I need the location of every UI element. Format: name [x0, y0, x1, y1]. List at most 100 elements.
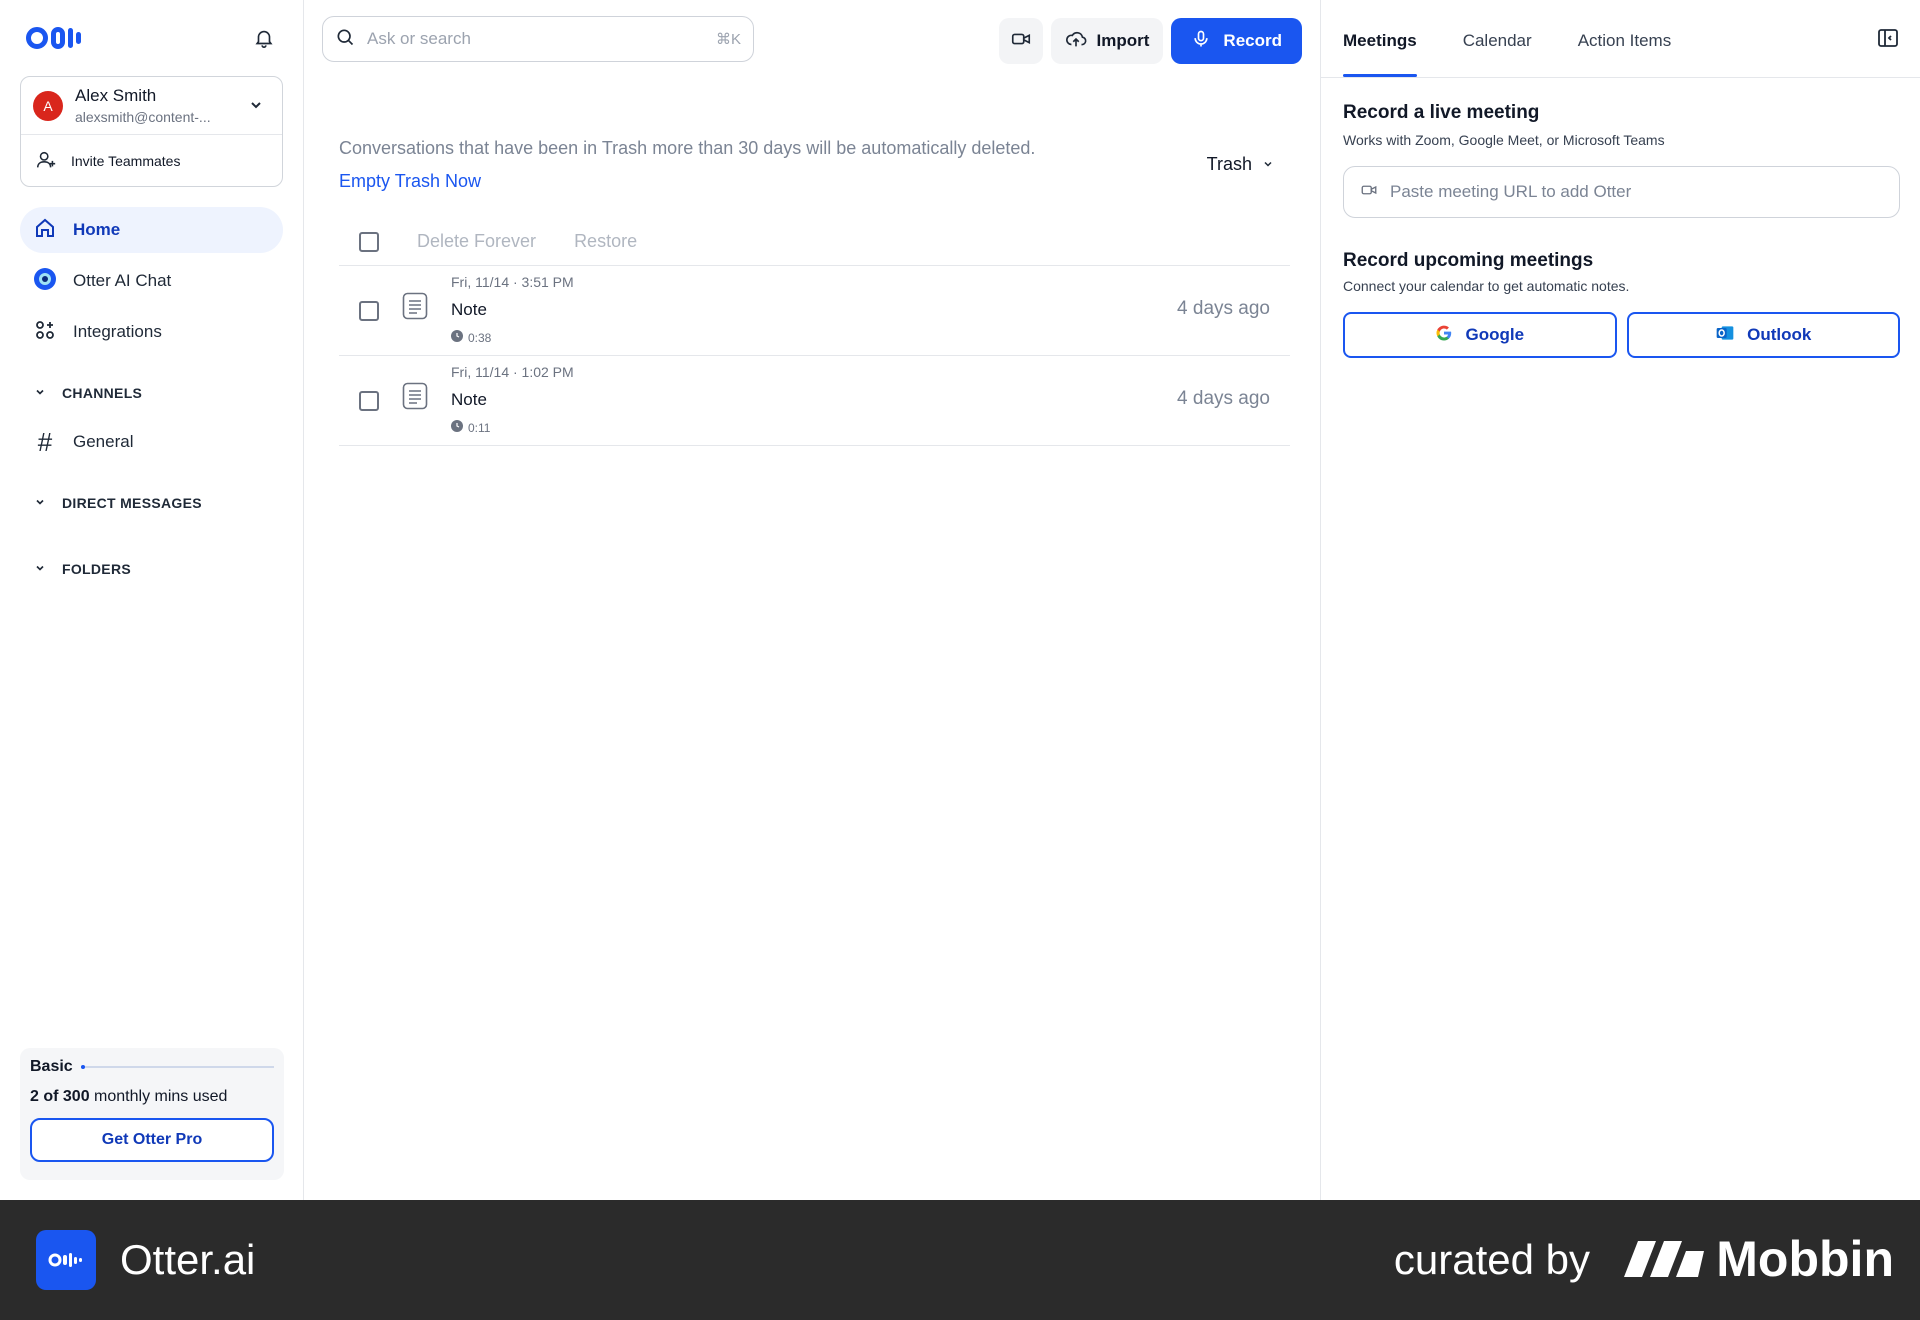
- chevron-down-icon: [1262, 154, 1274, 175]
- record-label: Record: [1223, 31, 1282, 50]
- item-duration-text: 0:11: [468, 420, 491, 435]
- delete-forever-button[interactable]: Delete Forever: [417, 231, 536, 252]
- tab-meetings[interactable]: Meetings: [1343, 31, 1417, 77]
- channels-section-toggle[interactable]: CHANNELS: [20, 373, 283, 413]
- nav-label-integrations: Integrations: [73, 322, 162, 341]
- home-icon: [33, 216, 57, 245]
- item-duration: 0:38: [451, 330, 574, 345]
- video-camera-icon: [1360, 181, 1378, 204]
- document-icon: [402, 382, 428, 415]
- item-relative-time: 4 days ago: [1177, 388, 1270, 409]
- chevron-down-icon: [248, 97, 264, 118]
- usage-used: 2 of 300: [30, 1088, 90, 1105]
- video-camera-icon: [1010, 28, 1032, 55]
- nav-item-otter-ai-chat[interactable]: Otter AI Chat: [20, 258, 283, 304]
- collapse-panel-icon[interactable]: [1876, 26, 1900, 55]
- sidebar: A Alex Smith alexsmith@content-... Invit…: [0, 0, 304, 1200]
- sidebar-header: [0, 0, 303, 76]
- otter-chat-icon: [33, 267, 57, 296]
- document-icon: [402, 292, 428, 325]
- tab-calendar[interactable]: Calendar: [1463, 31, 1532, 77]
- direct-messages-heading: DIRECT MESSAGES: [62, 495, 202, 511]
- nav-item-integrations[interactable]: Integrations: [20, 309, 283, 355]
- item-duration-text: 0:38: [468, 330, 492, 345]
- nav-label-otter-ai-chat: Otter AI Chat: [73, 271, 172, 290]
- nav-item-home[interactable]: Home: [20, 207, 283, 253]
- empty-trash-link[interactable]: Empty Trash Now: [339, 171, 481, 192]
- microphone-icon: [1191, 29, 1211, 54]
- account-switcher[interactable]: A Alex Smith alexsmith@content-...: [21, 77, 282, 135]
- search-shortcut: ⌘K: [715, 31, 741, 48]
- mobbin-footer: Otter.ai curated by Mobbin: [0, 1200, 1920, 1320]
- outlook-label: Outlook: [1747, 325, 1812, 344]
- integrations-icon: [33, 318, 57, 347]
- otter-logo[interactable]: [26, 27, 81, 49]
- footer-curated-by: curated by: [1393, 1236, 1590, 1283]
- search-icon: [335, 27, 355, 52]
- footer-app-name: Otter.ai: [120, 1236, 256, 1283]
- channels-heading: CHANNELS: [62, 385, 143, 401]
- trash-notice-text: Conversations that have been in Trash mo…: [339, 138, 1036, 158]
- connect-google-button[interactable]: Google: [1343, 312, 1617, 358]
- channel-item-general[interactable]: # General: [20, 419, 283, 465]
- upcoming-meetings-title: Record upcoming meetings: [1343, 250, 1594, 271]
- search-box[interactable]: Ask or search ⌘K: [322, 16, 754, 62]
- live-meeting-title: Record a live meeting: [1343, 102, 1540, 123]
- cloud-upload-icon: [1065, 28, 1087, 55]
- list-item[interactable]: Fri, 11/14 · 1:02 PM Note 0:11 4 days ag…: [339, 356, 1290, 446]
- upcoming-meetings-subtitle: Connect your calendar to get automatic n…: [1343, 278, 1630, 294]
- restore-button[interactable]: Restore: [574, 231, 637, 252]
- notifications-bell-icon[interactable]: [251, 25, 277, 51]
- video-meeting-button[interactable]: [998, 18, 1043, 64]
- nav-label-home: Home: [73, 220, 121, 239]
- connect-outlook-button[interactable]: Outlook: [1626, 312, 1900, 358]
- right-panel: Meetings Calendar Action Items Record a …: [1321, 0, 1920, 1200]
- right-panel-tabs: Meetings Calendar Action Items: [1321, 0, 1920, 78]
- select-all-checkbox[interactable]: [359, 231, 379, 252]
- usage-progress-fill: [80, 1065, 85, 1069]
- clock-icon: [451, 420, 463, 435]
- live-meeting-subtitle: Works with Zoom, Google Meet, or Microso…: [1343, 132, 1665, 148]
- chevron-down-icon: [34, 495, 46, 511]
- import-button[interactable]: Import: [1050, 18, 1164, 64]
- invite-label: Invite Teammates: [71, 153, 181, 169]
- chevron-down-icon: [34, 385, 46, 401]
- import-label: Import: [1096, 31, 1150, 50]
- folders-section-toggle[interactable]: FOLDERS: [20, 549, 283, 589]
- top-bar: Ask or search ⌘K Import Record: [304, 0, 1320, 78]
- trash-list: Fri, 11/14 · 3:51 PM Note 0:38 4 days ag…: [339, 266, 1290, 446]
- plan-name: Basic: [30, 1058, 73, 1075]
- tab-action-items[interactable]: Action Items: [1578, 31, 1672, 77]
- channel-label-general: General: [73, 432, 134, 451]
- item-title: Note: [451, 390, 487, 409]
- row-checkbox[interactable]: [359, 300, 379, 321]
- mobbin-brand: Mobbin: [1716, 1231, 1894, 1287]
- list-item[interactable]: Fri, 11/14 · 3:51 PM Note 0:38 4 days ag…: [339, 266, 1290, 356]
- invite-teammates-button[interactable]: Invite Teammates: [21, 135, 282, 187]
- record-button[interactable]: Record: [1171, 18, 1302, 64]
- get-otter-pro-button[interactable]: Get Otter Pro: [30, 1118, 274, 1162]
- avatar: A: [33, 90, 63, 121]
- item-duration: 0:11: [451, 420, 574, 435]
- account-name: Alex Smith: [75, 86, 157, 105]
- mobbin-logo: Mobbin: [1624, 1230, 1894, 1288]
- usage-progress-bar: [80, 1065, 274, 1069]
- account-card: A Alex Smith alexsmith@content-... Invit…: [20, 76, 283, 187]
- meeting-url-input[interactable]: Paste meeting URL to add Otter: [1343, 166, 1900, 218]
- bulk-actions-toolbar: Delete Forever Restore: [339, 218, 1290, 266]
- usage-suffix: monthly mins used: [89, 1088, 228, 1105]
- usage-card: Basic 2 of 300 monthly mins used Get Ott…: [20, 1048, 284, 1180]
- outlook-icon: [1715, 323, 1735, 348]
- trash-notice: Conversations that have been in Trash mo…: [304, 78, 1320, 192]
- hash-icon: #: [37, 426, 53, 457]
- app-window: A Alex Smith alexsmith@content-... Invit…: [0, 0, 1920, 1200]
- main-content: Ask or search ⌘K Import Record Conversat…: [304, 0, 1321, 1200]
- row-checkbox[interactable]: [359, 390, 379, 411]
- item-date: Fri, 11/14 · 3:51 PM: [451, 274, 574, 290]
- direct-messages-section-toggle[interactable]: DIRECT MESSAGES: [20, 483, 283, 523]
- trash-filter-label: Trash: [1206, 154, 1252, 174]
- primary-nav: Home Otter AI Chat Integrations: [0, 207, 303, 355]
- trash-filter-dropdown[interactable]: Trash: [1207, 154, 1274, 175]
- search-input[interactable]: Ask or search: [367, 29, 471, 49]
- account-email: alexsmith@content-...: [75, 109, 211, 125]
